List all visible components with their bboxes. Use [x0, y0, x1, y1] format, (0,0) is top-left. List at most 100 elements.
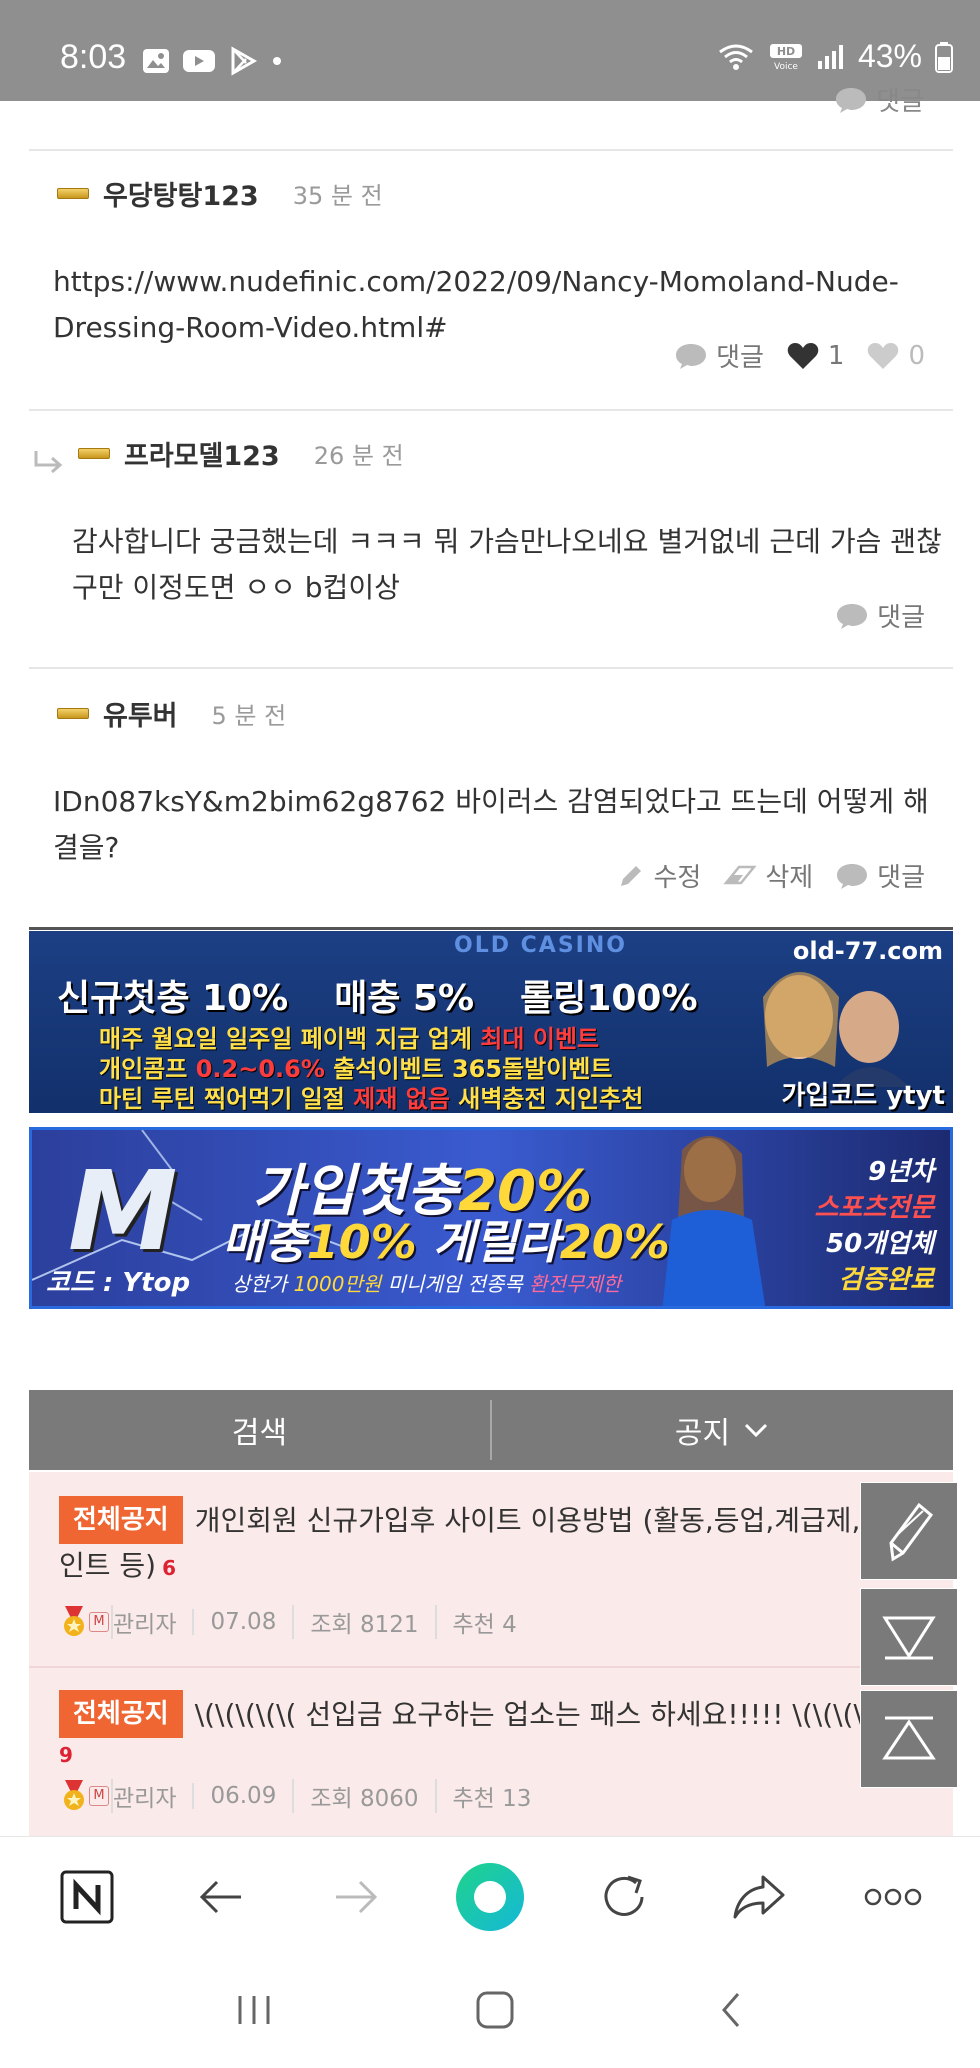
reply-button[interactable]: 댓글 [674, 337, 764, 374]
chevron-down-icon [745, 1423, 768, 1438]
recent-apps-icon [238, 1996, 270, 2024]
svg-text:Voice: Voice [774, 62, 798, 72]
ad-text: 제재 없음 [353, 1085, 450, 1113]
notice-item[interactable]: 전체공지 \(\(\(\(\( 선입금 요구하는 업소는 패스 하세요!!!!! … [29, 1668, 953, 1838]
ad-model-image [662, 1135, 766, 1306]
dot-icon [273, 57, 281, 65]
manager-badge-icon: M [89, 1786, 109, 1806]
notice-views: 조회 8060 [292, 1779, 434, 1813]
status-bar: 8:03 HD Voice 43% [0, 0, 980, 101]
svg-text:HD: HD [777, 45, 795, 58]
reply-button[interactable]: 댓글 [835, 597, 925, 634]
more-button[interactable] [853, 1857, 933, 1937]
search-tab[interactable]: 검색 [29, 1390, 490, 1470]
like-count: 1 [827, 340, 845, 371]
speech-bubble-icon [837, 603, 868, 629]
ad-code: 코드 : Ytop [46, 1268, 191, 1298]
comment-author[interactable]: 우당탕탕123 [103, 174, 259, 213]
divider [29, 927, 953, 930]
share-arrow-icon [733, 1875, 785, 1918]
notice-tag: 전체공지 [59, 1690, 183, 1738]
notice-views: 조회 8121 [292, 1605, 434, 1639]
arrow-left-icon [200, 1880, 242, 1913]
system-back-button[interactable] [716, 1990, 746, 2034]
home-circle-button[interactable] [450, 1857, 530, 1937]
speech-bubble-icon [676, 343, 707, 369]
comment-body[interactable]: 감사합니다 궁금했는데 ㅋㅋㅋ 뭐 가슴만나오네요 별거없네 근데 가슴 괜찮구… [72, 519, 942, 611]
write-button[interactable] [860, 1482, 958, 1580]
ad-text: 매충 [222, 1215, 307, 1269]
notice-date: 06.09 [192, 1783, 292, 1809]
reply-button-top[interactable]: 댓글 [834, 81, 924, 118]
divider [29, 667, 953, 669]
pen-icon [889, 1502, 934, 1562]
ad-banner-sports[interactable]: M 가입첫충20% 매충10% 게릴라20% 코드 : Ytop 상한가 100… [29, 1127, 953, 1309]
ad-text: 환전무제한 [529, 1272, 622, 1296]
heart-filled-icon [787, 342, 819, 369]
chevron-left-icon [722, 1993, 740, 2027]
hd-voice-icon: HD Voice [769, 43, 802, 72]
edit-label: 수정 [653, 863, 702, 893]
ad-code: 가입코드 ytyt [781, 1081, 946, 1111]
play-store-icon [231, 46, 258, 76]
notice-meta: M 관리자 06.09 조회 8060 추천 13 [59, 1778, 923, 1814]
comment-item: 유투버 5 분 전 [57, 693, 937, 733]
gallery-icon [143, 49, 169, 73]
ad-models-image [763, 972, 909, 1087]
notice-title[interactable]: 개인회원 신규가입후 사이트 이용방법 (활동,등업,계급제,포인트 등) [59, 1504, 886, 1582]
delete-label: 삭제 [765, 863, 814, 893]
comment-item: 프라모델123 26 분 전 [78, 433, 938, 473]
ad-banner-casino[interactable]: OLD CASINO old-77.com 신규첫충 10% 매충 5% 롤링1… [29, 931, 953, 1113]
heart-outline-icon [868, 342, 899, 369]
notice-title[interactable]: \(\(\(\(\( 선입금 요구하는 업소는 패스 하세요!!!!! \(\(… [195, 1698, 895, 1731]
share-button[interactable] [719, 1857, 799, 1937]
notice-author: 관리자 [111, 1605, 192, 1639]
ad-text: 1000만원 [293, 1272, 382, 1296]
scroll-down-button[interactable] [860, 1588, 958, 1686]
like-button[interactable]: 1 [786, 340, 845, 371]
reply-label: 댓글 [876, 87, 924, 117]
comment-author[interactable]: 프라모델123 [124, 434, 280, 473]
comment-actions: 수정 삭제 댓글 [617, 857, 925, 894]
ad-text: 롤링100% [520, 978, 698, 1019]
delete-button[interactable]: 삭제 [723, 857, 813, 894]
reply-label: 댓글 [877, 603, 925, 633]
speech-bubble-icon [836, 87, 867, 113]
triangle-down-icon [882, 1616, 936, 1660]
notification-icons [142, 46, 284, 76]
manager-badge-icon: M [89, 1612, 109, 1632]
comment-count: 6 [162, 1556, 177, 1580]
ad-text: 미니게임 전종목 [381, 1272, 530, 1296]
home-n-button[interactable] [47, 1857, 127, 1937]
comment-item: 우당탕탕123 35 분 전 [57, 173, 937, 213]
ad-text: 9년차 [868, 1157, 934, 1187]
arrow-right-icon [335, 1880, 377, 1913]
comment-time: 5 분 전 [211, 701, 287, 730]
ad-text: 새벽충전 지인추천 [449, 1085, 644, 1113]
signal-icon [817, 44, 843, 69]
admin-medal-icon [64, 1780, 84, 1810]
green-circle-icon [455, 1862, 524, 1931]
home-square-icon [476, 1991, 514, 2029]
reply-label: 댓글 [716, 343, 764, 373]
notice-meta: M 관리자 07.08 조회 8121 추천 4 [59, 1604, 923, 1640]
dislike-button[interactable]: 0 [866, 341, 925, 371]
comment-author[interactable]: 유투버 [103, 694, 178, 733]
home-button[interactable] [474, 1989, 516, 2035]
reload-button[interactable] [584, 1857, 664, 1937]
scroll-up-button[interactable] [860, 1690, 958, 1788]
ad-text: 50개업체 [826, 1229, 934, 1259]
notice-item[interactable]: 전체공지 개인회원 신규가입후 사이트 이용방법 (활동,등업,계급제,포인트 등… [29, 1472, 953, 1666]
battery-percent: 43% [857, 38, 922, 74]
back-button[interactable] [181, 1857, 261, 1937]
edit-button[interactable]: 수정 [617, 857, 701, 894]
forward-button[interactable] [316, 1857, 396, 1937]
notice-dropdown[interactable]: 공지 [492, 1390, 953, 1470]
reply-button[interactable]: 댓글 [835, 857, 925, 894]
system-nav-bar [0, 1956, 980, 2068]
reload-icon [604, 1875, 644, 1916]
wifi-icon [719, 44, 753, 70]
recent-apps-button[interactable] [234, 1992, 274, 2032]
ad-text: 매충 5% [334, 978, 475, 1019]
notice-tag: 전체공지 [59, 1496, 183, 1544]
